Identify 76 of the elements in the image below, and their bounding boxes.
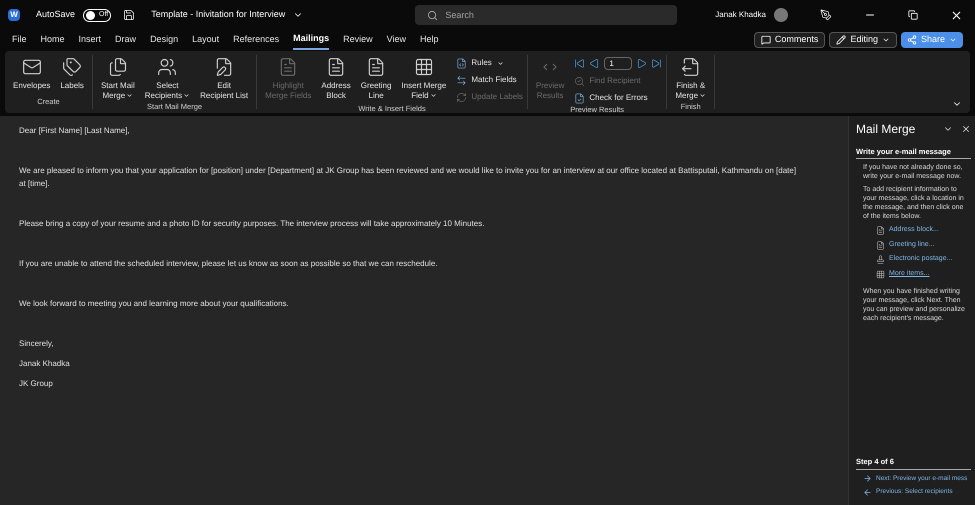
app-logo: W <box>8 9 20 21</box>
ribbon-button[interactable]: Envelopes <box>9 55 54 96</box>
ribbon-button[interactable]: Match Fields <box>456 74 523 86</box>
autosave-label: AutoSave <box>36 8 76 22</box>
document-arrow-icon <box>680 57 701 77</box>
chevrons-icon <box>543 63 558 71</box>
pane-title: Mail Merge <box>856 121 916 138</box>
menu-tab[interactable]: View <box>386 30 406 50</box>
closing-line: JK Group <box>19 378 54 390</box>
pen-icon[interactable] <box>820 9 832 21</box>
menu-tab[interactable]: Draw <box>115 30 136 50</box>
pencil-icon <box>836 35 846 45</box>
closing-line: Sincerely, <box>19 338 55 350</box>
comments-button[interactable]: Comments <box>754 32 826 48</box>
caret-icon <box>882 36 890 44</box>
menu-tab[interactable]: References <box>233 30 280 50</box>
people-icon <box>157 57 178 77</box>
editing-button[interactable]: Editing <box>829 32 897 48</box>
last-record-icon[interactable] <box>651 58 662 69</box>
close-icon[interactable] <box>950 8 963 22</box>
previous-record-icon[interactable] <box>589 58 600 69</box>
menu-tab[interactable]: File <box>12 30 27 50</box>
stamp-icon <box>876 255 885 264</box>
save-icon[interactable] <box>123 9 136 21</box>
envelope-icon <box>22 57 42 77</box>
document-icon <box>326 57 346 77</box>
menu-tab[interactable]: Insert <box>78 30 102 50</box>
ribbon-button[interactable]: Insert Merge Field <box>397 55 450 103</box>
document-icon <box>876 226 885 235</box>
caret-icon <box>949 36 957 44</box>
search-icon <box>574 76 586 86</box>
document-icon <box>278 57 298 77</box>
paragraph: If you are unable to attend the scheduled interview, please let us know as soon as possible so that we can reschedule. <box>19 258 438 270</box>
menu-tab[interactable]: Layout <box>192 30 220 50</box>
search-field[interactable]: Search <box>415 5 678 25</box>
document-pencil-icon <box>214 57 234 77</box>
ribbon-button[interactable]: Edit Recipient List <box>196 55 252 101</box>
arrows-icon <box>456 74 468 86</box>
paragraph: Dear [First Name] [Last Name], <box>19 125 131 137</box>
close-icon[interactable] <box>961 124 971 134</box>
arrow-right-icon <box>863 474 872 483</box>
ribbon-button[interactable]: Check for Errors <box>574 92 662 104</box>
label-icon <box>62 57 82 77</box>
ribbon-button[interactable]: Address Block <box>317 55 355 103</box>
speech-bubble-icon <box>760 35 771 45</box>
ribbon-button[interactable]: Labels <box>56 55 88 96</box>
paragraph: We look forward to meeting you and learning more about your qualifications. <box>19 298 290 310</box>
ribbon-button[interactable]: Select Recipients <box>140 55 194 101</box>
record-field[interactable]: 1 <box>604 57 632 70</box>
restore-icon[interactable] <box>908 10 918 20</box>
first-record-icon[interactable] <box>574 58 586 69</box>
avatar[interactable] <box>774 8 788 22</box>
menu-tab[interactable]: Help <box>420 30 439 50</box>
ribbon-button[interactable]: Start Mail Merge <box>96 55 139 101</box>
user-name: Janak Khadka <box>715 9 766 21</box>
search-icon <box>427 10 438 21</box>
document-check-icon <box>574 92 586 104</box>
ribbon-button[interactable]: Finish & Merge <box>671 55 710 101</box>
documents-icon <box>108 57 128 77</box>
grid-icon <box>876 270 885 278</box>
arrow-left-icon <box>863 488 872 497</box>
document-code-icon <box>456 58 468 68</box>
next-record-icon[interactable] <box>636 58 648 69</box>
ribbon-button[interactable]: Greeting Line <box>356 55 396 103</box>
menu-tab[interactable]: Home <box>40 30 65 50</box>
menu-tab[interactable]: Design <box>150 30 178 50</box>
document-title[interactable]: Template - Inivitation for Interview <box>151 8 286 22</box>
share-icon <box>906 35 917 45</box>
grid-icon <box>414 57 434 77</box>
paragraph: Please bring a copy of your resume and a photo ID for security purposes. The interview process will take approximately 10 Minutes. <box>19 218 486 230</box>
ribbon-button[interactable]: Rules <box>456 57 523 69</box>
closing-line: Janak Khadka <box>19 358 71 370</box>
document-icon <box>876 240 885 250</box>
refresh-icon <box>456 92 468 102</box>
paragraph: We are pleased to inform you that your application for [position] under [Department] at JK Group has been reviewed and we would like to invite you for an interview at our office located at Battisputali, Kathmandu on [date] at [time]. <box>19 165 798 190</box>
menu-tab[interactable]: Review <box>343 30 373 50</box>
